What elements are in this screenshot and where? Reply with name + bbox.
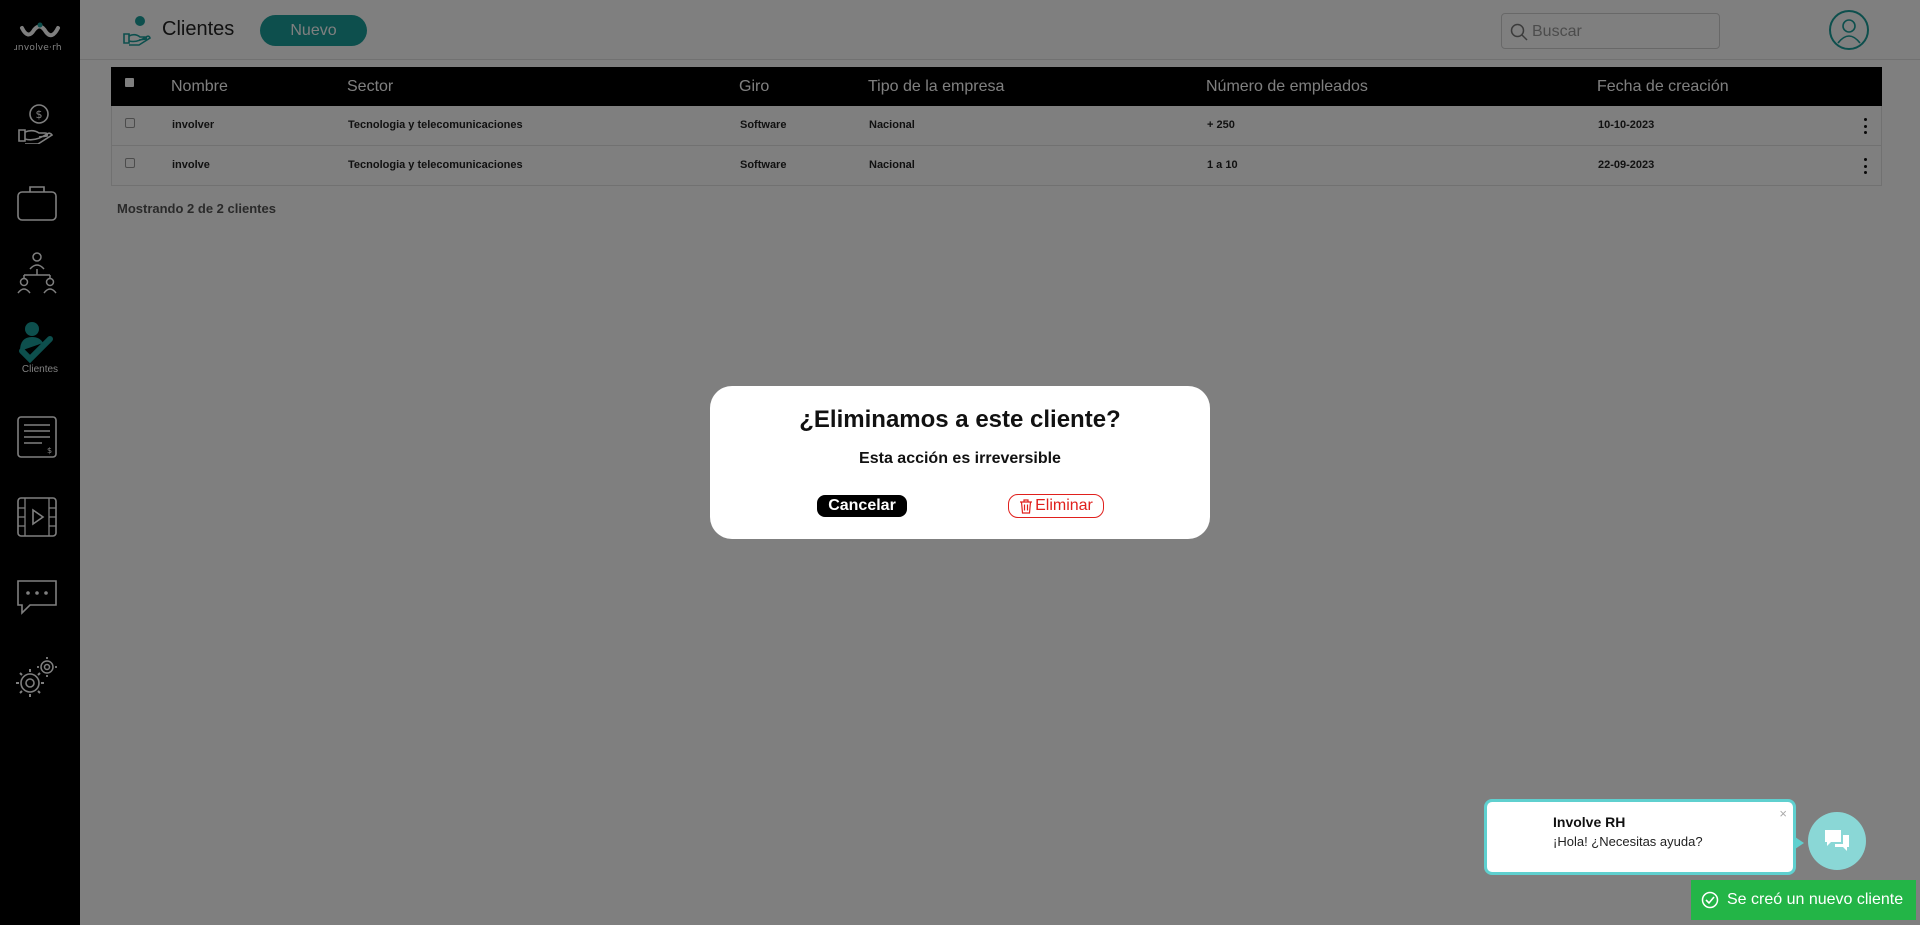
delete-button-label: Eliminar [1035,497,1093,514]
chat-close-icon[interactable]: × [1779,806,1787,821]
dialog-subtitle: Esta acción es irreversible [859,450,1061,467]
chat-launcher-button[interactable] [1808,812,1866,870]
delete-confirm-dialog: ¿Eliminamos a este cliente? Esta acción … [710,386,1210,539]
toast-message: Se creó un nuevo cliente [1727,891,1904,908]
chat-bubbles-icon [1825,830,1849,851]
delete-button[interactable]: Eliminar [1008,494,1104,518]
chat-greeting-message: ¡Hola! ¿Necesitas ayuda? [1553,834,1703,849]
trash-icon [1020,498,1033,514]
chat-greeting-card[interactable]: Involve RH ¡Hola! ¿Necesitas ayuda? × [1484,799,1804,875]
success-toast: Se creó un nuevo cliente [1691,880,1916,920]
dialog-title: ¿Eliminamos a este cliente? [799,406,1121,433]
chat-agent-name: Involve RH [1553,814,1626,830]
check-circle-icon [1701,891,1719,909]
cancel-button[interactable]: Cancelar [817,495,907,517]
